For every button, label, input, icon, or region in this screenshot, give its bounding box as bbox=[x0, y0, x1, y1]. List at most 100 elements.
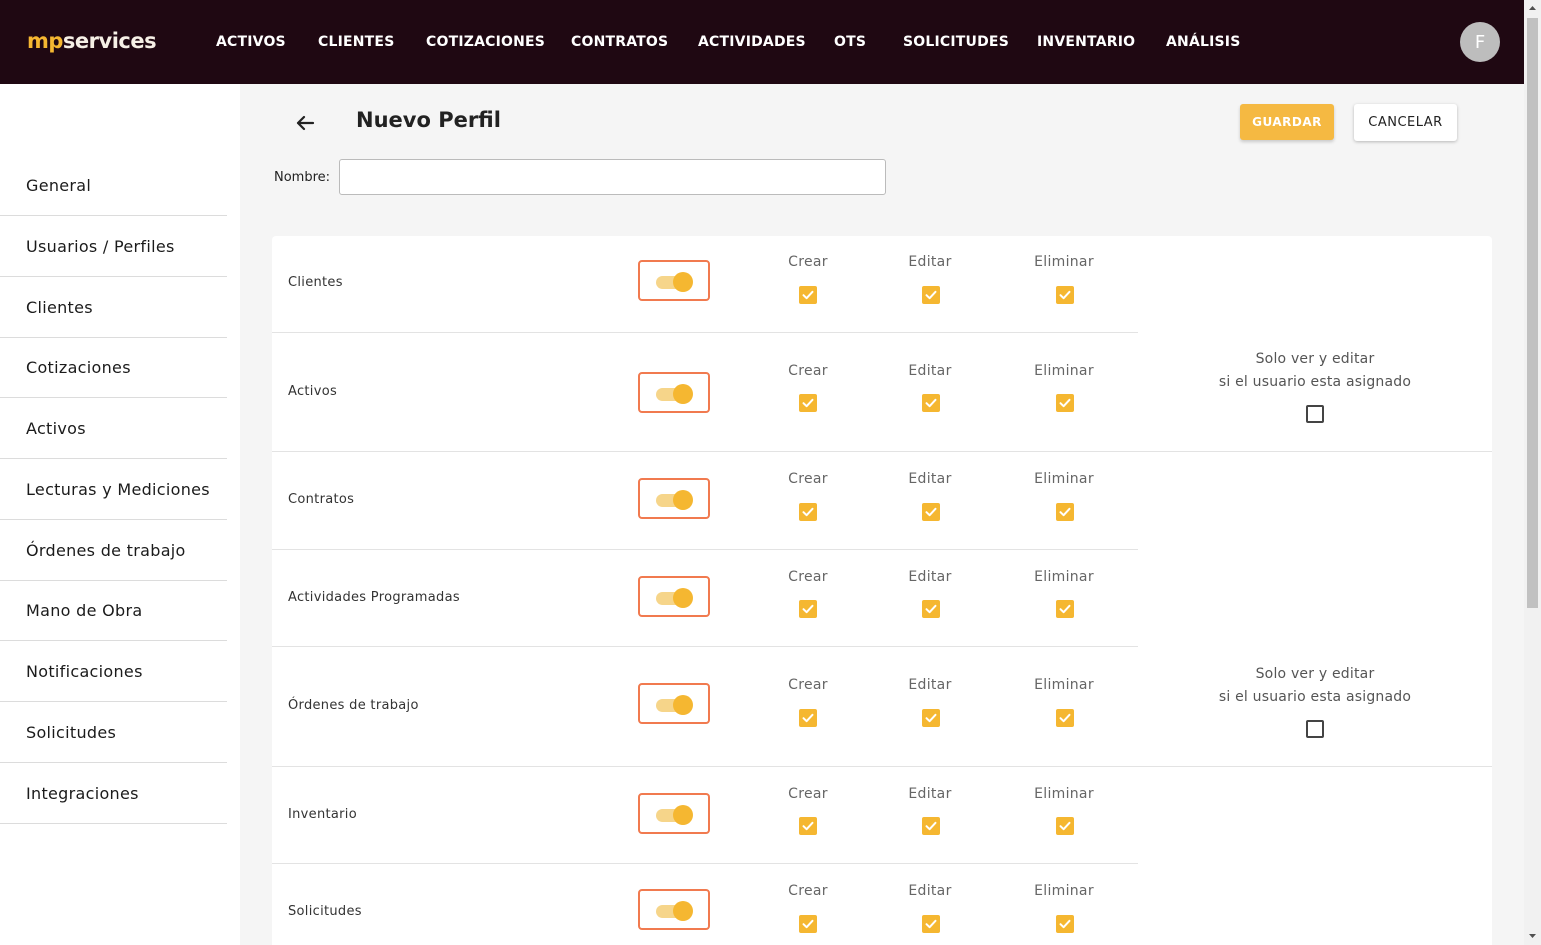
checkbox-assigned-only-activos[interactable] bbox=[1306, 405, 1324, 423]
checkmark-icon bbox=[925, 507, 937, 517]
perm-label-crear: Crear bbox=[788, 254, 828, 270]
checkbox-crear-contratos[interactable] bbox=[799, 503, 817, 521]
sidebar-item-ordenes[interactable]: Órdenes de trabajo bbox=[0, 520, 227, 581]
checkmark-icon bbox=[1059, 290, 1071, 300]
checkmark-icon bbox=[925, 713, 937, 723]
row-divider bbox=[272, 332, 1138, 333]
sidebar-item-cotizaciones[interactable]: Cotizaciones bbox=[0, 337, 227, 398]
checkbox-editar-contratos[interactable] bbox=[922, 503, 940, 521]
sidebar-item-label: Mano de Obra bbox=[26, 600, 143, 620]
perm-label-eliminar: Eliminar bbox=[1034, 471, 1094, 487]
nav-cotizaciones[interactable]: COTIZACIONES bbox=[426, 0, 545, 84]
checkbox-assigned-only-ordenes-de-trabajo[interactable] bbox=[1306, 720, 1324, 738]
user-avatar[interactable]: F bbox=[1460, 22, 1500, 62]
checkbox-eliminar-inventario[interactable] bbox=[1056, 817, 1074, 835]
toggle-clientes[interactable] bbox=[638, 260, 710, 301]
checkbox-editar-activos[interactable] bbox=[922, 394, 940, 412]
toggle-contratos[interactable] bbox=[638, 478, 710, 519]
sidebar-item-solicitudes[interactable]: Solicitudes bbox=[0, 702, 227, 763]
nav-inventario[interactable]: INVENTARIO bbox=[1037, 0, 1135, 84]
checkbox-eliminar-actividades-programadas[interactable] bbox=[1056, 600, 1074, 618]
toggle-knob bbox=[673, 695, 693, 715]
row-divider bbox=[272, 863, 1138, 864]
toggle-knob bbox=[673, 272, 693, 292]
checkmark-icon bbox=[925, 919, 937, 929]
save-button[interactable]: GUARDAR bbox=[1240, 104, 1334, 140]
perm-label-crear: Crear bbox=[788, 883, 828, 899]
checkbox-eliminar-contratos[interactable] bbox=[1056, 503, 1074, 521]
sidebar-item-activos[interactable]: Activos bbox=[0, 398, 227, 459]
sidebar-item-label: Lecturas y Mediciones bbox=[26, 479, 210, 499]
toggle-solicitudes[interactable] bbox=[638, 889, 710, 930]
sidebar-item-usuarios-perfiles[interactable]: Usuarios / Perfiles bbox=[0, 216, 227, 277]
cancel-button[interactable]: CANCELAR bbox=[1354, 104, 1457, 141]
page-title: Nuevo Perfil bbox=[356, 108, 501, 132]
sidebar-item-integraciones[interactable]: Integraciones bbox=[0, 763, 227, 824]
checkbox-crear-clientes[interactable] bbox=[799, 286, 817, 304]
perm-label-crear: Crear bbox=[788, 786, 828, 802]
scrollbar-thumb[interactable] bbox=[1527, 18, 1538, 608]
checkbox-eliminar-solicitudes[interactable] bbox=[1056, 915, 1074, 933]
perm-label-editar: Editar bbox=[908, 786, 952, 802]
toggle-activos[interactable] bbox=[638, 372, 710, 413]
checkmark-icon bbox=[802, 604, 814, 614]
sidebar-item-label: Integraciones bbox=[26, 783, 139, 803]
checkmark-icon bbox=[802, 398, 814, 408]
checkbox-editar-ordenes-de-trabajo[interactable] bbox=[922, 709, 940, 727]
toggle-actividades-programadas[interactable] bbox=[638, 576, 710, 617]
sidebar-item-lecturas[interactable]: Lecturas y Mediciones bbox=[0, 459, 227, 520]
module-label-inventario: Inventario bbox=[288, 807, 357, 822]
sidebar-item-label: General bbox=[26, 175, 92, 195]
toggle-inventario[interactable] bbox=[638, 793, 710, 834]
checkbox-editar-actividades-programadas[interactable] bbox=[922, 600, 940, 618]
nav-analisis[interactable]: ANÁLISIS bbox=[1166, 0, 1241, 84]
checkbox-eliminar-ordenes-de-trabajo[interactable] bbox=[1056, 709, 1074, 727]
checkbox-editar-solicitudes[interactable] bbox=[922, 915, 940, 933]
perm-label-editar: Editar bbox=[908, 883, 952, 899]
sidebar-item-notificaciones[interactable]: Notificaciones bbox=[0, 641, 227, 702]
back-arrow-icon[interactable] bbox=[292, 110, 318, 136]
checkbox-editar-inventario[interactable] bbox=[922, 817, 940, 835]
checkbox-crear-inventario[interactable] bbox=[799, 817, 817, 835]
module-label-solicitudes: Solicitudes bbox=[288, 904, 362, 919]
perm-label-editar: Editar bbox=[908, 363, 952, 379]
sidebar-item-label: Órdenes de trabajo bbox=[26, 540, 186, 560]
nav-clientes[interactable]: CLIENTES bbox=[318, 0, 394, 84]
nav-contratos[interactable]: CONTRATOS bbox=[571, 0, 668, 84]
module-label-activos: Activos bbox=[288, 384, 338, 399]
nav-solicitudes[interactable]: SOLICITUDES bbox=[903, 0, 1009, 84]
brand-logo[interactable]: mpservices bbox=[27, 29, 157, 53]
sidebar-item-mano-de-obra[interactable]: Mano de Obra bbox=[0, 580, 227, 641]
sidebar-item-general[interactable]: General bbox=[0, 155, 227, 216]
module-label-contratos: Contratos bbox=[288, 492, 355, 507]
perm-label-eliminar: Eliminar bbox=[1034, 883, 1094, 899]
checkbox-crear-solicitudes[interactable] bbox=[799, 915, 817, 933]
checkbox-eliminar-clientes[interactable] bbox=[1056, 286, 1074, 304]
sidebar-item-clientes[interactable]: Clientes bbox=[0, 277, 227, 338]
settings-sidebar: General Usuarios / Perfiles Clientes Cot… bbox=[0, 84, 240, 945]
checkbox-crear-activos[interactable] bbox=[799, 394, 817, 412]
checkmark-icon bbox=[1059, 713, 1071, 723]
checkbox-editar-clientes[interactable] bbox=[922, 286, 940, 304]
nav-ots[interactable]: OTS bbox=[834, 0, 866, 84]
nav-activos[interactable]: ACTIVOS bbox=[216, 0, 286, 84]
checkmark-icon bbox=[1059, 919, 1071, 929]
perm-label-eliminar: Eliminar bbox=[1034, 786, 1094, 802]
scroll-down-icon[interactable] bbox=[1527, 930, 1538, 942]
perm-label-crear: Crear bbox=[788, 677, 828, 693]
scroll-up-icon[interactable] bbox=[1527, 2, 1538, 14]
sidebar-item-label: Clientes bbox=[26, 297, 93, 317]
perm-label-eliminar: Eliminar bbox=[1034, 254, 1094, 270]
perm-label-crear: Crear bbox=[788, 363, 828, 379]
checkmark-icon bbox=[1059, 507, 1071, 517]
profile-name-input[interactable] bbox=[339, 159, 886, 195]
nav-actividades[interactable]: ACTIVIDADES bbox=[698, 0, 806, 84]
checkbox-eliminar-activos[interactable] bbox=[1056, 394, 1074, 412]
checkbox-crear-ordenes-de-trabajo[interactable] bbox=[799, 709, 817, 727]
row-divider bbox=[272, 549, 1138, 550]
checkbox-crear-actividades-programadas[interactable] bbox=[799, 600, 817, 618]
assigned-only-label-activos: Solo ver y editar si el usuario esta asig… bbox=[1198, 348, 1432, 393]
perm-label-editar: Editar bbox=[908, 569, 952, 585]
toggle-ordenes-de-trabajo[interactable] bbox=[638, 683, 710, 724]
checkmark-icon bbox=[925, 398, 937, 408]
